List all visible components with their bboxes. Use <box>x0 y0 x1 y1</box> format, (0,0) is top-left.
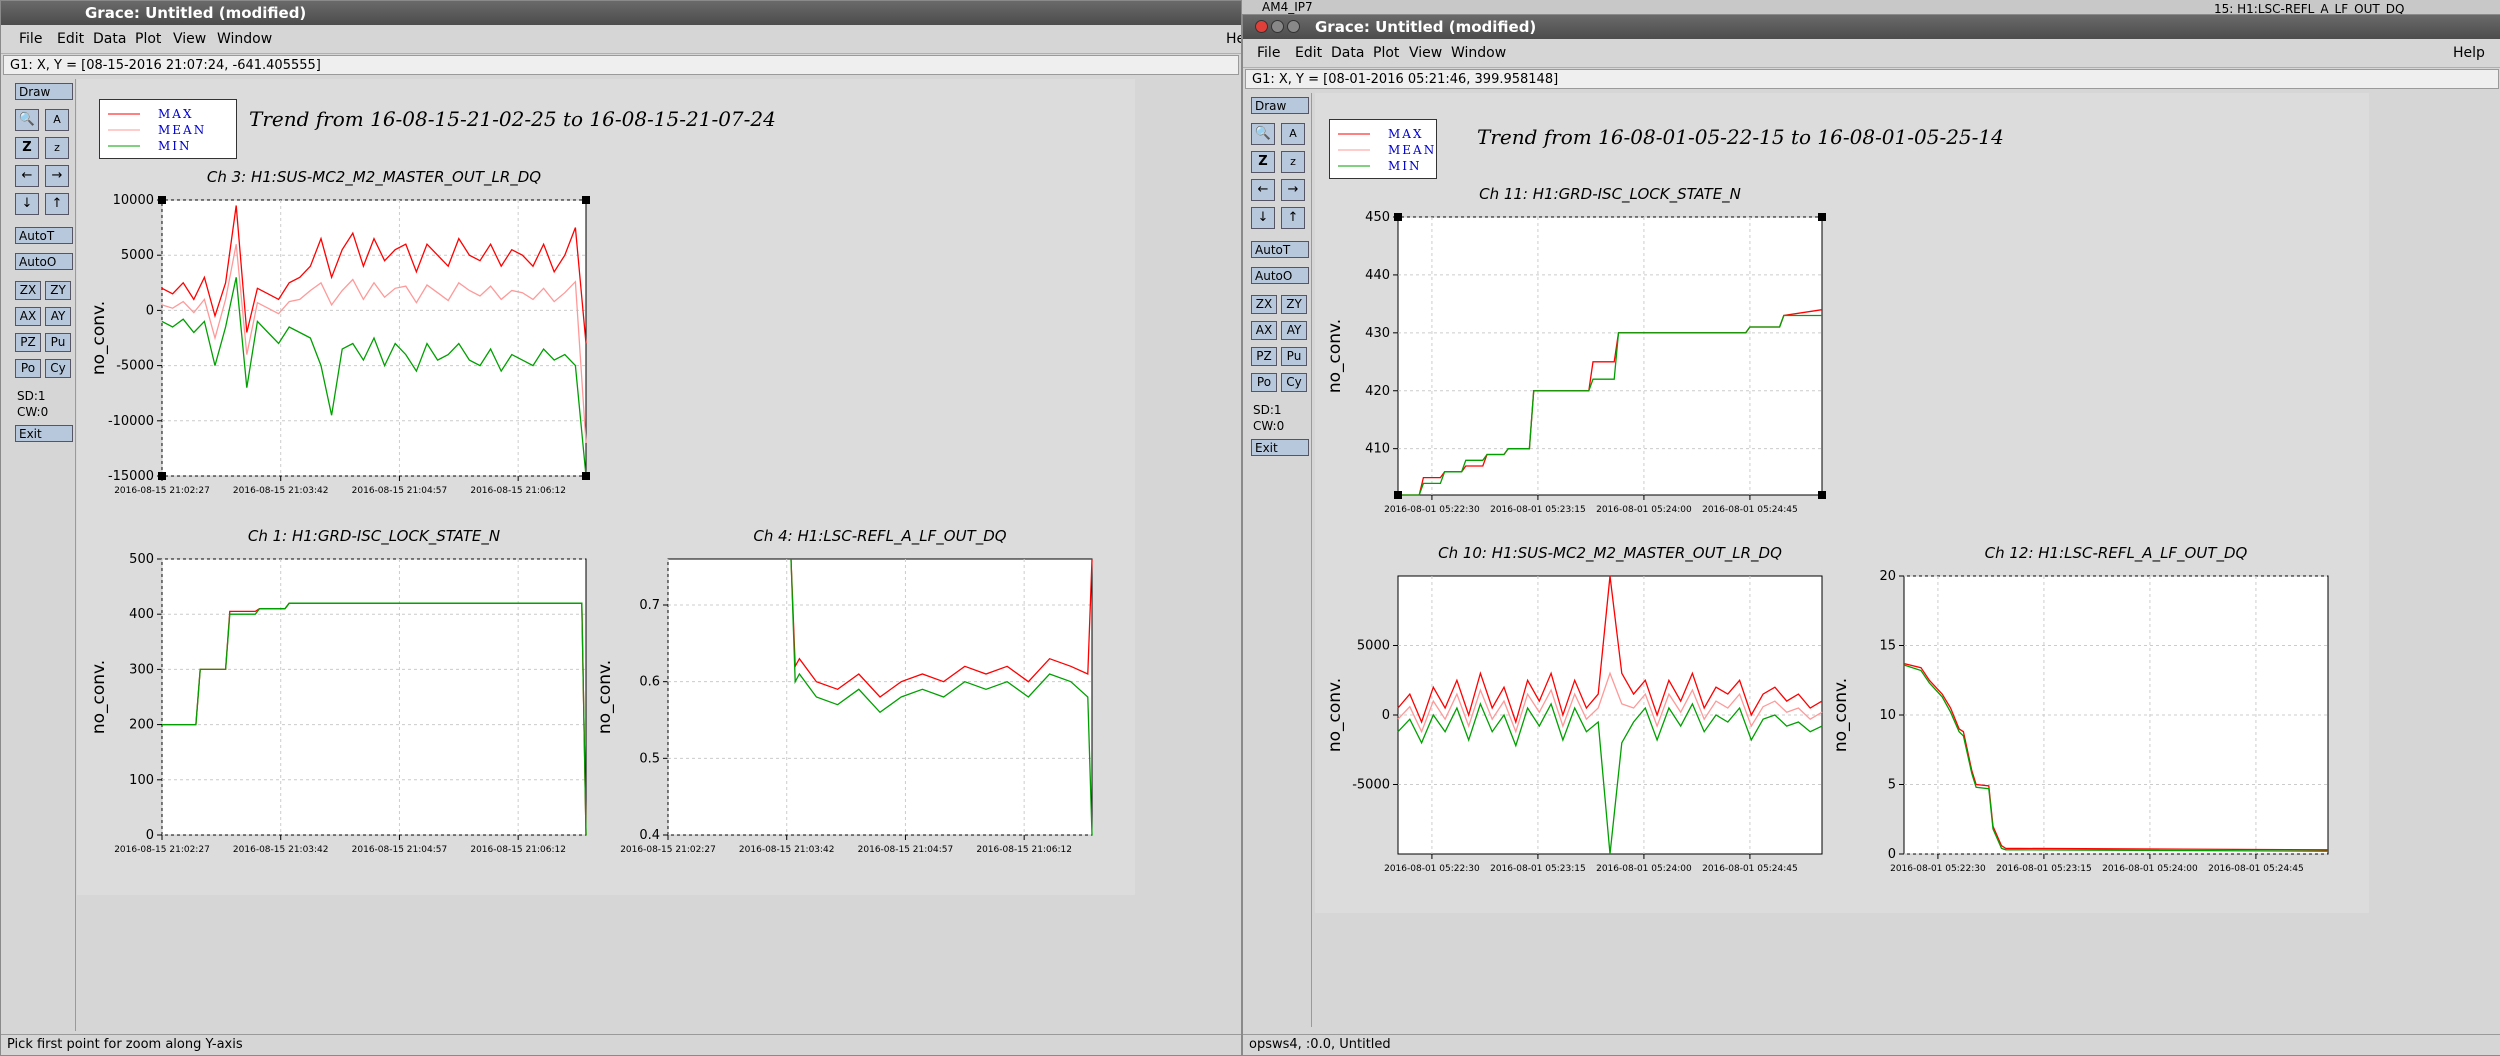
toolbox: Draw 🔍 A Z z ← → ↓ ↑ AutoT AutoO ZX ZY A… <box>9 79 76 1031</box>
locator-bar: G1: X, Y = [08-15-2016 21:07:24, -641.40… <box>3 55 1239 75</box>
title-bar[interactable]: Grace: Untitled (modified) <box>1 1 1241 25</box>
autot-button[interactable]: AutoT <box>15 227 73 244</box>
legend-mean: MEAN <box>1388 143 1437 157</box>
arrow-up-icon[interactable]: ↑ <box>45 193 69 215</box>
zoom-in-icon[interactable]: Z <box>1251 151 1275 173</box>
autoo-button[interactable]: AutoO <box>1251 267 1309 284</box>
exit-button[interactable]: Exit <box>15 425 73 442</box>
sd-label: SD:1 <box>17 389 46 403</box>
legend-max: MAX <box>158 107 194 121</box>
background-window-label: AM4_IP7 <box>1262 0 1313 14</box>
arrow-down-icon[interactable]: ↓ <box>15 193 39 215</box>
zy-button[interactable]: ZY <box>45 281 71 300</box>
legend-mean: MEAN <box>158 123 207 137</box>
menu-window[interactable]: Window <box>217 31 272 47</box>
window-title: Grace: Untitled (modified) <box>1315 18 1537 36</box>
window-title: Grace: Untitled (modified) <box>85 4 307 22</box>
autoscale-icon[interactable]: A <box>45 109 69 131</box>
menu-file[interactable]: File <box>19 31 42 47</box>
locator-bar: G1: X, Y = [08-01-2016 05:21:46, 399.958… <box>1245 69 2499 89</box>
menu-plot[interactable]: Plot <box>1373 45 1399 61</box>
arrow-right-icon[interactable]: → <box>1281 179 1305 201</box>
menu-bar: File Edit Data Plot View Window Help <box>1243 39 2500 68</box>
trend-title: Trend from 16-08-15-21-02-25 to 16-08-15… <box>249 107 776 131</box>
menu-edit[interactable]: Edit <box>57 31 84 47</box>
arrow-left-icon[interactable]: ← <box>1251 179 1275 201</box>
legend-max: MAX <box>1388 127 1424 141</box>
menu-view[interactable]: View <box>1409 45 1442 61</box>
legend-min: MIN <box>1388 159 1422 173</box>
menu-window[interactable]: Window <box>1451 45 1506 61</box>
pz-button[interactable]: PZ <box>1251 347 1277 366</box>
po-button[interactable]: Po <box>1251 373 1277 392</box>
minimize-icon[interactable] <box>1271 20 1284 33</box>
arrow-up-icon[interactable]: ↑ <box>1281 207 1305 229</box>
menu-data[interactable]: Data <box>1331 45 1364 61</box>
sd-label: SD:1 <box>1253 403 1282 417</box>
autoscale-icon[interactable]: A <box>1281 123 1305 145</box>
menu-file[interactable]: File <box>1257 45 1280 61</box>
ay-button[interactable]: AY <box>1281 321 1307 340</box>
legend: MAX MEAN MIN <box>1329 119 1437 179</box>
zoom-in-icon[interactable]: Z <box>15 137 39 159</box>
status-bar: Pick first point for zoom along Y-axis <box>1 1034 1241 1055</box>
zoom-out-icon[interactable]: z <box>45 137 69 159</box>
menu-view[interactable]: View <box>173 31 206 47</box>
toolbox: Draw 🔍 A Z z ← → ↓ ↑ AutoT AutoO ZX ZY A… <box>1245 93 1312 1027</box>
arrow-right-icon[interactable]: → <box>45 165 69 187</box>
ax-button[interactable]: AX <box>1251 321 1277 340</box>
pz-button[interactable]: PZ <box>15 333 41 352</box>
pu-button[interactable]: Pu <box>45 333 71 352</box>
menu-data[interactable]: Data <box>93 31 126 47</box>
grace-window-right: Grace: Untitled (modified) File Edit Dat… <box>1242 14 2500 1056</box>
grace-window-left: Grace: Untitled (modified) File Edit Dat… <box>0 0 1242 1056</box>
pu-button[interactable]: Pu <box>1281 347 1307 366</box>
zoom-out-icon[interactable]: z <box>1281 151 1305 173</box>
plot-canvas[interactable]: MAX MEAN MIN Trend from 16-08-01-05-22-1… <box>1315 93 2369 913</box>
maximize-icon[interactable] <box>1287 20 1300 33</box>
menu-bar: File Edit Data Plot View Window He <box>1 25 1241 54</box>
cw-label: CW:0 <box>1253 419 1285 433</box>
menu-plot[interactable]: Plot <box>135 31 161 47</box>
menu-edit[interactable]: Edit <box>1295 45 1322 61</box>
zy-button[interactable]: ZY <box>1281 295 1307 314</box>
cy-button[interactable]: Cy <box>1281 373 1307 392</box>
zoom-icon[interactable]: 🔍 <box>1251 123 1275 145</box>
menu-help[interactable]: He <box>1226 31 1241 47</box>
autoo-button[interactable]: AutoO <box>15 253 73 270</box>
draw-button[interactable]: Draw <box>15 83 73 100</box>
zx-button[interactable]: ZX <box>15 281 41 300</box>
close-icon[interactable] <box>1255 20 1268 33</box>
title-bar[interactable]: Grace: Untitled (modified) <box>1243 15 2500 39</box>
ax-button[interactable]: AX <box>15 307 41 326</box>
ay-button[interactable]: AY <box>45 307 71 326</box>
zx-button[interactable]: ZX <box>1251 295 1277 314</box>
trend-title: Trend from 16-08-01-05-22-15 to 16-08-01… <box>1477 125 2004 149</box>
menu-help[interactable]: Help <box>2453 45 2485 61</box>
legend-min: MIN <box>158 139 192 153</box>
cw-label: CW:0 <box>17 405 49 419</box>
autot-button[interactable]: AutoT <box>1251 241 1309 258</box>
cy-button[interactable]: Cy <box>45 359 71 378</box>
arrow-down-icon[interactable]: ↓ <box>1251 207 1275 229</box>
exit-button[interactable]: Exit <box>1251 439 1309 456</box>
arrow-left-icon[interactable]: ← <box>15 165 39 187</box>
zoom-icon[interactable]: 🔍 <box>15 109 39 131</box>
draw-button[interactable]: Draw <box>1251 97 1309 114</box>
status-bar: opsws4, :0.0, Untitled <box>1243 1034 2500 1055</box>
po-button[interactable]: Po <box>15 359 41 378</box>
plot-canvas[interactable]: MAX MEAN MIN Trend from 16-08-15-21-02-2… <box>77 79 1135 895</box>
legend: MAX MEAN MIN <box>99 99 237 159</box>
